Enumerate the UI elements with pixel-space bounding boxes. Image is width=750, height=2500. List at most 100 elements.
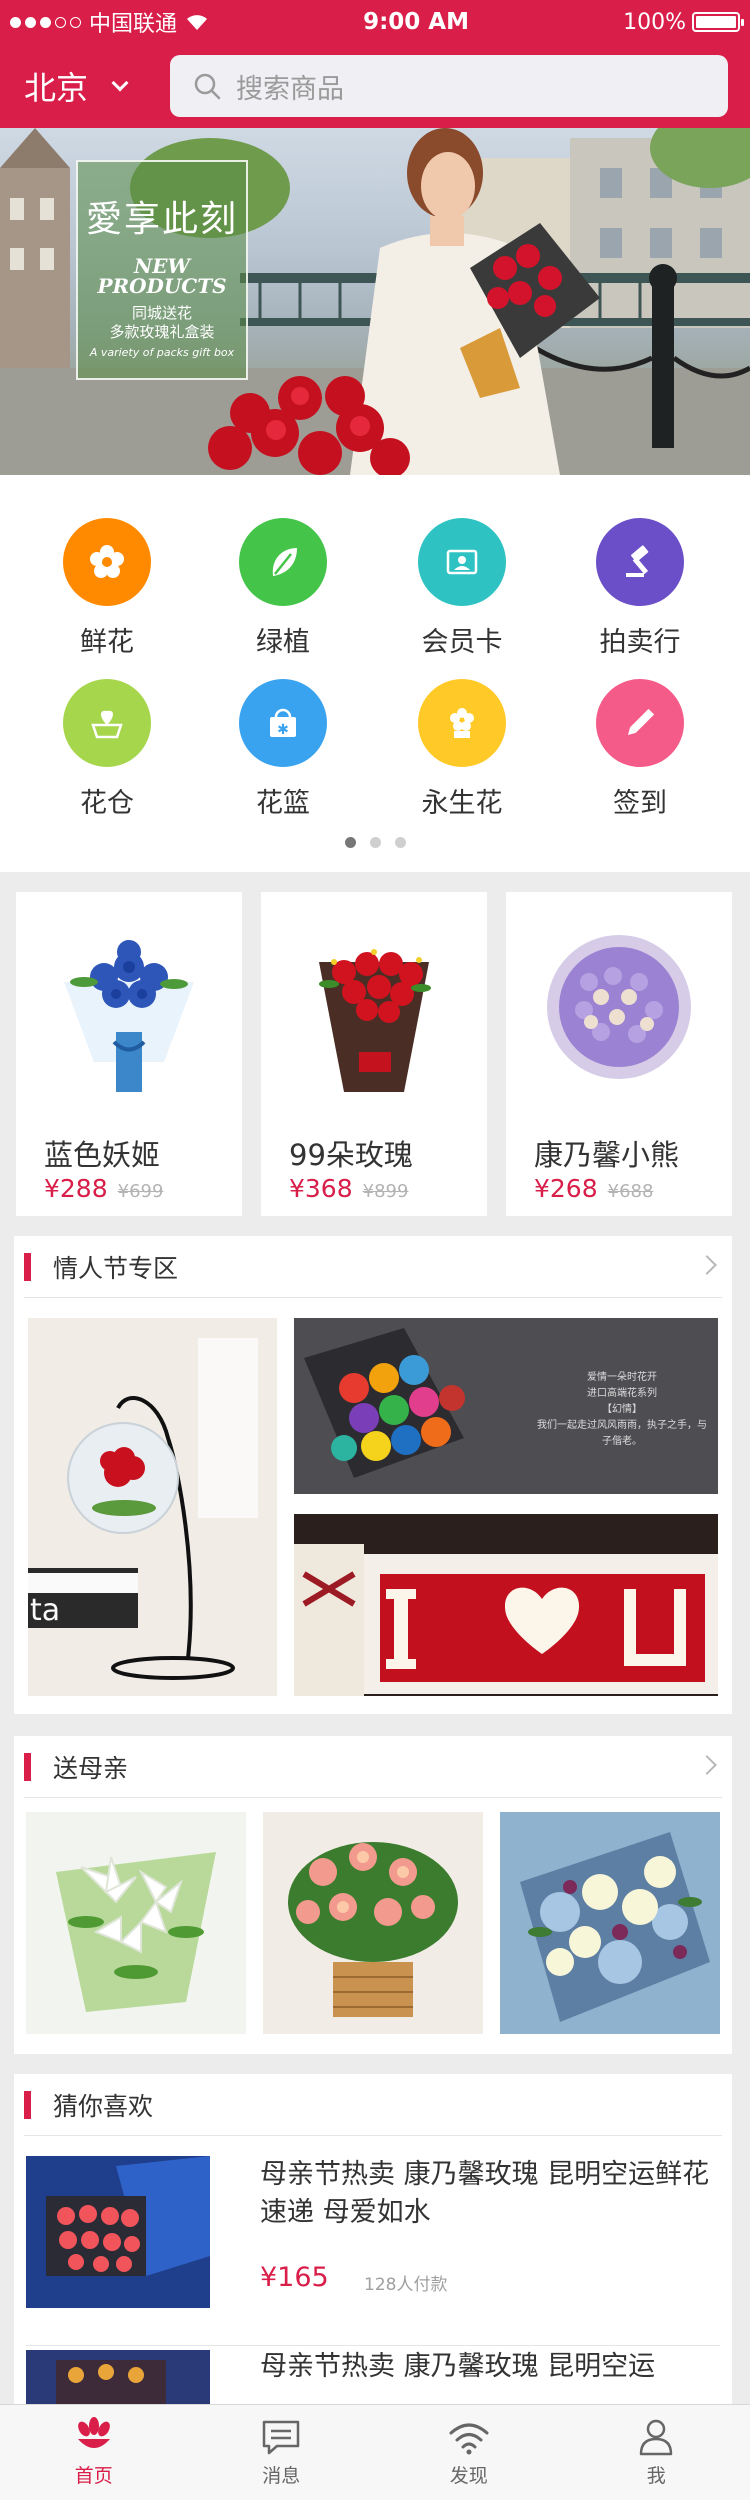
product-card[interactable]: 康乃馨小熊 ¥268 ¥688 <box>506 892 732 1216</box>
rainbow-rose-box-image[interactable]: 爱情一朵时花开 进口高端花系列 【幻情】 我们一起走过风风雨雨，执子之手，与子偕… <box>294 1318 718 1494</box>
category-preserved-flower[interactable]: 永生花 <box>392 679 532 820</box>
tab-label: 消息 <box>262 2465 301 2487</box>
preserved-flower-icon <box>418 679 506 767</box>
category-grid: 鲜花 绿植 会员卡 拍卖行 花仓 ✱ 花篮 永生花 签到 <box>0 475 750 872</box>
i-love-u-rose-box-image[interactable] <box>294 1514 718 1696</box>
product-card[interactable]: 蓝色妖姬 ¥288 ¥699 <box>16 892 242 1216</box>
flower-box-image[interactable] <box>500 1812 720 2034</box>
section-header: 猜你喜欢 <box>24 2074 722 2136</box>
glass-rose-image[interactable]: ta <box>28 1318 277 1696</box>
section-header[interactable]: 送母亲 <box>24 1736 722 1798</box>
category-label: 花篮 <box>256 788 310 819</box>
banner-desc: 同城送花 多款玫瑰礼盒装 <box>78 304 246 342</box>
promo-banner[interactable]: 愛享此刻 NEW PRODUCTS 同城送花 多款玫瑰礼盒装 A variety o… <box>0 128 750 475</box>
battery-percent: 100% <box>623 9 686 35</box>
pager-dot[interactable] <box>369 837 381 848</box>
pager-dot[interactable] <box>394 837 406 848</box>
profile-icon <box>640 2419 673 2456</box>
auction-gavel-icon <box>596 518 684 606</box>
product-image <box>16 892 242 1132</box>
recommend-item[interactable]: 母亲节热卖 康乃馨玫瑰 昆明空运鲜花速递 母爱如水 ¥165 128人付款 <box>26 2136 720 2346</box>
box-line1: 爱情一朵时花开 <box>587 1372 657 1383</box>
category-flower-basket[interactable]: ✱ 花篮 <box>213 679 353 820</box>
section-accent-bar <box>24 1252 31 1281</box>
category-label: 会员卡 <box>421 627 503 658</box>
recommend-item-image <box>26 2350 210 2404</box>
leaf-icon <box>239 518 327 606</box>
price-current: ¥288 <box>44 1174 108 1203</box>
city-name: 北京 <box>24 69 89 107</box>
pencil-sign-in-icon <box>596 679 684 767</box>
svg-text:✱: ✱ <box>277 722 289 738</box>
box-line4: 我们一起走过风风雨雨，执子之手，与子偕老。 <box>537 1420 707 1447</box>
pager-dot-active[interactable] <box>344 837 356 848</box>
guess-you-like-section: 猜你喜欢 母亲节热卖 康乃馨玫瑰 昆明空运鲜花速递 母爱如水 ¥165 128人… <box>14 2074 732 2404</box>
section-header[interactable]: 情人节专区 <box>24 1236 722 1298</box>
tab-home[interactable]: 首页 <box>0 2405 188 2500</box>
decor-text: ta <box>30 1593 60 1628</box>
category-flower-warehouse[interactable]: 花仓 <box>37 679 177 820</box>
category-label: 签到 <box>613 788 667 819</box>
tab-messages[interactable]: 消息 <box>188 2405 376 2500</box>
banner-tagline: A variety of packs gift box <box>89 346 235 359</box>
recommend-item-price: ¥165 <box>260 2262 329 2293</box>
recommend-item-sold: 128人付款 <box>364 2275 448 2295</box>
section-title: 情人节专区 <box>53 1253 179 1283</box>
category-sign-in[interactable]: 签到 <box>570 679 710 820</box>
tab-me[interactable]: 我 <box>563 2405 750 2500</box>
box-line2: 进口高端花系列 <box>587 1388 657 1399</box>
product-image <box>261 892 487 1132</box>
category-auction[interactable]: 拍卖行 <box>570 518 710 659</box>
banner-caption: 愛享此刻 NEW PRODUCTS 同城送花 多款玫瑰礼盒装 A variety o… <box>76 160 248 380</box>
category-label: 绿植 <box>256 627 310 658</box>
chevron-right-icon[interactable] <box>697 1255 717 1275</box>
battery-icon <box>691 12 744 32</box>
flower-basket-icon: ✱ <box>239 679 327 767</box>
category-green-plant[interactable]: 绿植 <box>213 518 353 659</box>
price-current: ¥368 <box>289 1174 353 1203</box>
banner-line2: PRODUCTS <box>97 274 227 298</box>
category-label: 永生花 <box>421 788 503 819</box>
valentine-section: 情人节专区 ta 爱情一朵时花开 进口高端花系列 【幻情】 我们一起走过风风雨雨… <box>14 1236 732 1714</box>
tab-label: 发现 <box>449 2465 488 2487</box>
category-label: 拍卖行 <box>599 627 681 658</box>
tab-discover[interactable]: 发现 <box>375 2405 563 2500</box>
search-placeholder: 搜索商品 <box>236 73 344 105</box>
section-title: 猜你喜欢 <box>53 2091 154 2121</box>
banner-headline: 愛享此刻 <box>85 199 238 240</box>
product-card[interactable]: 99朵玫瑰 ¥368 ¥899 <box>261 892 487 1216</box>
category-flower[interactable]: 鲜花 <box>37 518 177 659</box>
price-original: ¥699 <box>117 1181 164 1202</box>
city-selector[interactable]: 北京 <box>24 63 170 109</box>
bottom-tab-bar: 首页 消息 发现 我 <box>0 2404 750 2500</box>
product-name: 蓝色妖姬 <box>44 1138 161 1172</box>
signal-strength-icon <box>10 16 81 28</box>
category-member-card[interactable]: 会员卡 <box>392 518 532 659</box>
section-accent-bar <box>24 2090 31 2119</box>
banner-line3: 同城送花 <box>131 304 192 322</box>
status-bar: 中国联通 9:00 AM 100% <box>0 0 750 44</box>
recommend-item-image <box>26 2156 210 2308</box>
home-flower-icon <box>77 2417 110 2448</box>
price-current: ¥268 <box>534 1174 598 1203</box>
discover-wifi-icon <box>449 2423 489 2455</box>
tab-label: 我 <box>646 2465 666 2487</box>
product-price: ¥368 ¥899 <box>289 1174 408 1203</box>
mother-section: 送母亲 <box>14 1736 732 2054</box>
carrier-name: 中国联通 <box>89 12 178 37</box>
banner-new: NEW PRODUCTS <box>78 256 246 296</box>
chevron-right-icon[interactable] <box>697 1755 717 1775</box>
product-name: 康乃馨小熊 <box>534 1138 680 1172</box>
section-accent-bar <box>24 1752 31 1781</box>
carousel-pager <box>0 837 750 848</box>
status-time: 9:00 AM <box>363 9 469 35</box>
banner-line4: 多款玫瑰礼盒装 <box>109 323 215 341</box>
lily-bouquet-image[interactable] <box>26 1812 246 2034</box>
recommend-item[interactable]: 母亲节热卖 康乃馨玫瑰 昆明空运 <box>26 2346 720 2404</box>
message-icon <box>263 2420 300 2455</box>
member-card-icon <box>418 518 506 606</box>
potted-roses-image[interactable] <box>263 1812 483 2034</box>
search-input[interactable]: 搜索商品 <box>170 55 728 117</box>
price-original: ¥899 <box>362 1181 409 1202</box>
wifi-icon <box>187 15 208 30</box>
